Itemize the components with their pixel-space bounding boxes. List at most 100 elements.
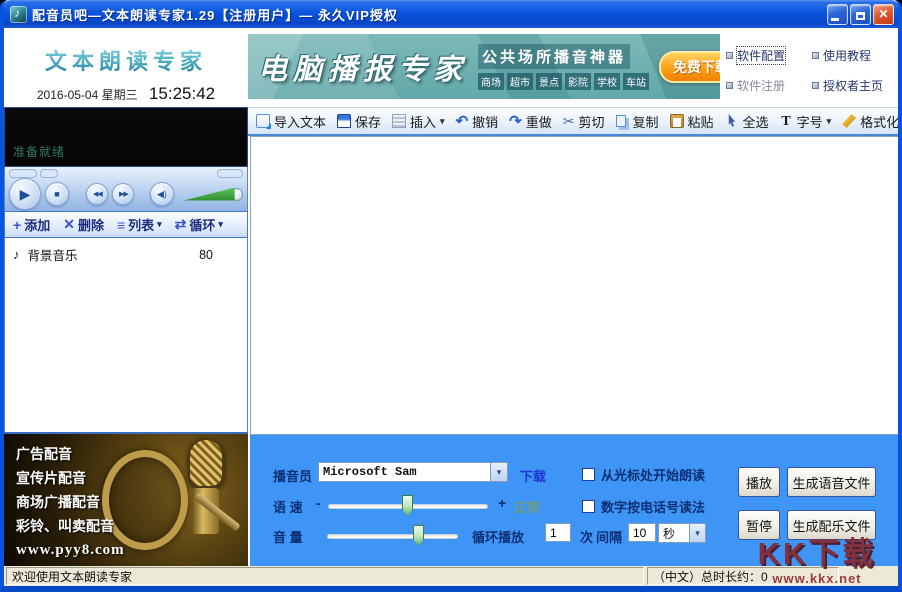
redo-button[interactable]: ↷重做 (509, 112, 552, 131)
cut-button[interactable]: ✂剪切 (563, 112, 605, 131)
banner-ad[interactable]: 电脑播报专家 公共场所播音神器 商场 超市 景点 影院 学校 车站 免费下载 ☁ (248, 34, 720, 99)
paste-button[interactable]: 粘贴 (670, 112, 714, 131)
undo-button[interactable]: ↶撤销 (456, 112, 499, 131)
delete-track-button[interactable]: ✕删除 (63, 215, 104, 234)
chevron-down-icon[interactable]: ▾ (490, 463, 507, 481)
redo-icon: ↷ (509, 114, 522, 129)
volume-slider-track[interactable] (327, 534, 458, 539)
insert-button[interactable]: 插入▾ (392, 112, 445, 131)
generate-voice-file-button[interactable]: 生成语音文件 (787, 467, 876, 497)
broom-icon (842, 114, 856, 128)
status-message: 欢迎使用文本朗读专家 (6, 567, 644, 585)
next-icon: ▶▶ (119, 190, 128, 198)
add-track-button[interactable]: +添加 (13, 215, 50, 234)
minimize-icon (831, 18, 839, 21)
chevron-down-icon[interactable]: ▾ (689, 524, 705, 542)
font-size-button[interactable]: T字号▾ (780, 112, 832, 131)
link-tutorial[interactable]: 使用教程 (812, 47, 898, 64)
voice-download-link[interactable]: 下载 (520, 466, 546, 485)
banner-tag: 超市 (507, 73, 533, 90)
speed-slider-thumb[interactable] (402, 495, 413, 516)
player-volume-slider[interactable] (184, 188, 235, 201)
banner-tags: 商场 超市 景点 影院 学校 车站 (478, 73, 649, 90)
banner-slogan: 公共场所播音神器 (478, 44, 630, 69)
bullet-icon (726, 82, 733, 89)
speed-plus[interactable]: + (498, 495, 506, 511)
speed-minus[interactable]: - (316, 495, 321, 511)
link-software-config[interactable]: 软件配置 (726, 47, 812, 64)
pause-button[interactable]: 暂停 (738, 510, 780, 540)
banner-tag: 学校 (594, 73, 620, 90)
media-player-controls: ▶ ■ ◀◀ ▶▶ ◀) (4, 167, 248, 211)
status-duration: （中文）总时长约：0 (647, 567, 839, 585)
copy-button[interactable]: 复制 (616, 112, 659, 131)
status-bar: 欢迎使用文本朗读专家 （中文）总时长约：0 (4, 566, 898, 586)
stop-media-button[interactable]: ■ (45, 182, 69, 206)
header: 文本朗读专家 2016-05-04 星期三 15:25:42 电脑播报专家 公共… (4, 28, 898, 107)
playlist-item[interactable]: ♪ 背景音乐 80 (5, 238, 247, 264)
loop-icon: ⇄ (175, 216, 187, 233)
loop-play-label: 循环播放 (472, 527, 524, 546)
chevron-down-icon: ▾ (827, 116, 832, 127)
delete-x-icon: ✕ (63, 216, 75, 233)
banner-brand: 电脑播报专家 (258, 46, 468, 88)
generate-music-file-button[interactable]: 生成配乐文件 (787, 510, 876, 540)
loop-menu-button[interactable]: ⇄循环▾ (175, 215, 223, 234)
track-name: 背景音乐 (28, 245, 78, 264)
paste-icon (670, 114, 684, 128)
next-track-button[interactable]: ▶▶ (112, 183, 134, 205)
speed-label: 语 速 (273, 497, 303, 516)
ad-line: 宣传片配音 (16, 466, 248, 490)
phone-number-reading-checkbox[interactable]: 数字按电话号读法 (582, 497, 705, 516)
voice-select[interactable]: Microsoft Sam ▾ (318, 462, 508, 482)
volume-slider-thumb[interactable] (413, 525, 424, 546)
import-text-button[interactable]: 导入文本 (256, 112, 326, 131)
ad-line: 广告配音 (16, 442, 248, 466)
date-text: 2016-05-04 星期三 (37, 88, 138, 102)
play-media-button[interactable]: ▶ (9, 178, 41, 210)
link-register[interactable]: 软件注册 (726, 77, 812, 94)
ad-line: 彩铃、叫卖配音 (16, 514, 248, 538)
loop-unit-label: 次 (580, 527, 593, 546)
text-editor[interactable] (250, 136, 898, 435)
minimize-button[interactable] (827, 4, 848, 25)
loop-count-input[interactable] (545, 523, 571, 542)
bullet-icon (726, 52, 733, 59)
banner-download-button[interactable]: 免费下载 ☁ (659, 51, 720, 83)
mute-button[interactable]: ◀) (150, 182, 174, 206)
start-from-cursor-checkbox[interactable]: 从光标处开始朗读 (582, 465, 705, 484)
select-all-button[interactable]: 全选 (725, 112, 769, 131)
player-status-text: 准备就绪 (13, 143, 65, 160)
interval-unit-value: 秒 (659, 525, 689, 542)
player-display: 准备就绪 (4, 107, 248, 167)
editor-toolbar: 导入文本 保存 插入▾ ↶撤销 ↷重做 ✂剪切 复制 粘贴 全选 T字号▾ 格式… (248, 107, 898, 136)
plus-icon: + (13, 217, 21, 233)
player-sidebar: 准备就绪 ▶ ■ ◀◀ ▶▶ ◀) +添加 (4, 107, 248, 566)
copy-icon (616, 115, 626, 127)
app-icon (10, 6, 27, 23)
banner-tag: 景点 (536, 73, 562, 90)
chevron-down-icon: ▾ (440, 116, 445, 127)
list-menu-button[interactable]: ≡列表▾ (117, 215, 162, 234)
banner-tag: 影院 (565, 73, 591, 90)
previous-track-button[interactable]: ◀◀ (86, 183, 108, 205)
format-button[interactable]: 格式化 (842, 112, 899, 131)
close-button[interactable]: ✕ (873, 4, 894, 25)
previous-icon: ◀◀ (93, 190, 102, 198)
announcer-label: 播音员 (273, 466, 312, 485)
save-icon (337, 114, 351, 128)
quick-links: 软件配置 使用教程 软件注册 授权者主页 (726, 40, 898, 100)
playlist: ♪ 背景音乐 80 (4, 238, 248, 432)
ad-site-url: www.pyy8.com (16, 538, 248, 562)
save-button[interactable]: 保存 (337, 112, 381, 131)
maximize-button[interactable] (850, 4, 871, 25)
banner-tag: 车站 (623, 73, 649, 90)
interval-input[interactable] (628, 523, 656, 542)
music-note-icon: ♪ (13, 247, 20, 262)
chevron-down-icon: ▾ (218, 219, 223, 230)
play-button[interactable]: 播放 (738, 467, 780, 497)
link-author-home[interactable]: 授权者主页 (812, 77, 898, 94)
interval-unit-select[interactable]: 秒 ▾ (658, 523, 706, 543)
sidebar-ad[interactable]: 广告配音 宣传片配音 商场广播配音 彩铃、叫卖配音 www.pyy8.com (4, 432, 248, 566)
bullet-icon (812, 52, 819, 59)
